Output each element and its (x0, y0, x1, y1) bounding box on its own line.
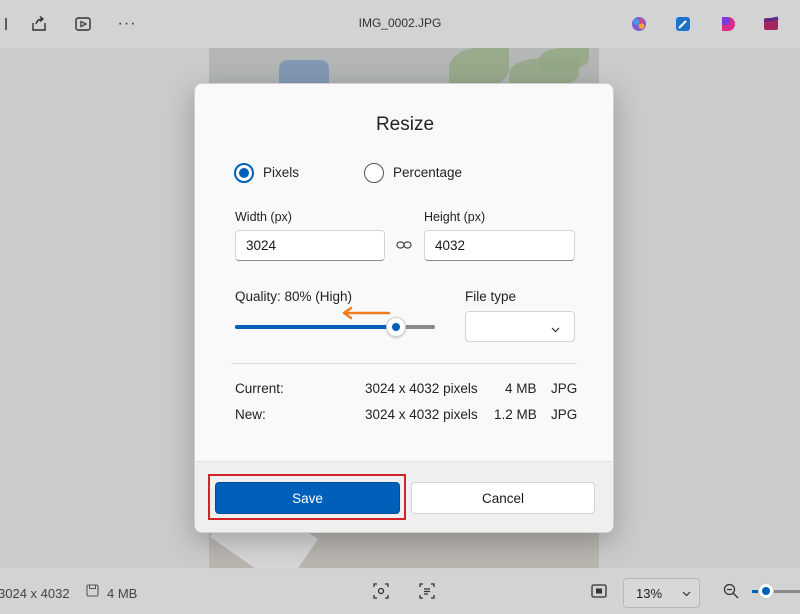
percentage-label: Percentage (393, 165, 463, 180)
cancel-button[interactable]: Cancel (411, 482, 595, 514)
new-pixels: 3024 x 4032 pixels (365, 407, 478, 422)
copilot-icon[interactable] (627, 12, 651, 36)
clipchamp-icon[interactable] (715, 12, 739, 36)
zoom-out-icon[interactable] (722, 582, 740, 603)
divider (231, 363, 577, 364)
chevron-down-icon (681, 587, 692, 602)
back-icon[interactable] (0, 12, 14, 36)
quality-label: Quality: 80% (High) (235, 289, 353, 304)
designer-icon[interactable] (759, 12, 783, 36)
zoom-value: 13% (636, 586, 663, 601)
file-size: 4 MB (107, 586, 138, 601)
width-input[interactable]: 3024 (235, 230, 385, 261)
file-name: IMG_0002.JPG (358, 16, 442, 30)
new-label: New: (235, 407, 266, 422)
zoom-dropdown[interactable]: 13% (623, 578, 700, 608)
dialog-title: Resize (375, 114, 435, 135)
save-button-highlight (208, 474, 406, 520)
current-format: JPG (551, 381, 578, 396)
edit-icon[interactable] (671, 12, 695, 36)
disk-icon (86, 584, 99, 600)
visual-search-icon[interactable] (372, 582, 390, 603)
slideshow-icon[interactable] (71, 12, 95, 36)
width-value: 3024 (246, 238, 277, 253)
zoom-slider[interactable] (752, 583, 800, 599)
current-pixels: 3024 x 4032 pixels (365, 381, 478, 396)
quality-slider-fill (235, 325, 395, 329)
height-label: Height (px) (424, 210, 486, 224)
chevron-down-icon (550, 322, 561, 340)
fit-to-window-icon[interactable] (590, 582, 608, 603)
pixels-radio[interactable] (234, 163, 254, 183)
link-aspect-icon[interactable] (396, 238, 412, 257)
current-label: Current: (235, 381, 284, 396)
annotation-arrow-icon (342, 306, 391, 320)
width-label: Width (px) (235, 210, 292, 224)
percentage-radio[interactable] (364, 163, 384, 183)
share-icon[interactable] (27, 12, 51, 36)
new-format: JPG (551, 407, 578, 422)
file-type-dropdown[interactable] (465, 311, 575, 342)
current-size: 4 MB (505, 381, 537, 396)
pixels-label: Pixels (263, 165, 300, 180)
image-dimensions: 3024 x 4032 (0, 586, 70, 601)
height-value: 4032 (435, 238, 466, 253)
zoom-slider-thumb[interactable] (758, 583, 774, 599)
quality-slider-thumb[interactable] (386, 317, 406, 337)
more-icon[interactable]: ··· (115, 12, 139, 36)
resize-dialog: Resize Pixels Percentage Width (px) 3024… (194, 83, 614, 533)
new-size: 1.2 MB (494, 407, 537, 422)
top-toolbar: ··· IMG_0002.JPG (0, 0, 800, 48)
file-type-label: File type (465, 289, 517, 304)
quality-slider[interactable] (235, 317, 435, 337)
height-input[interactable]: 4032 (424, 230, 575, 261)
text-scan-icon[interactable] (418, 582, 436, 603)
